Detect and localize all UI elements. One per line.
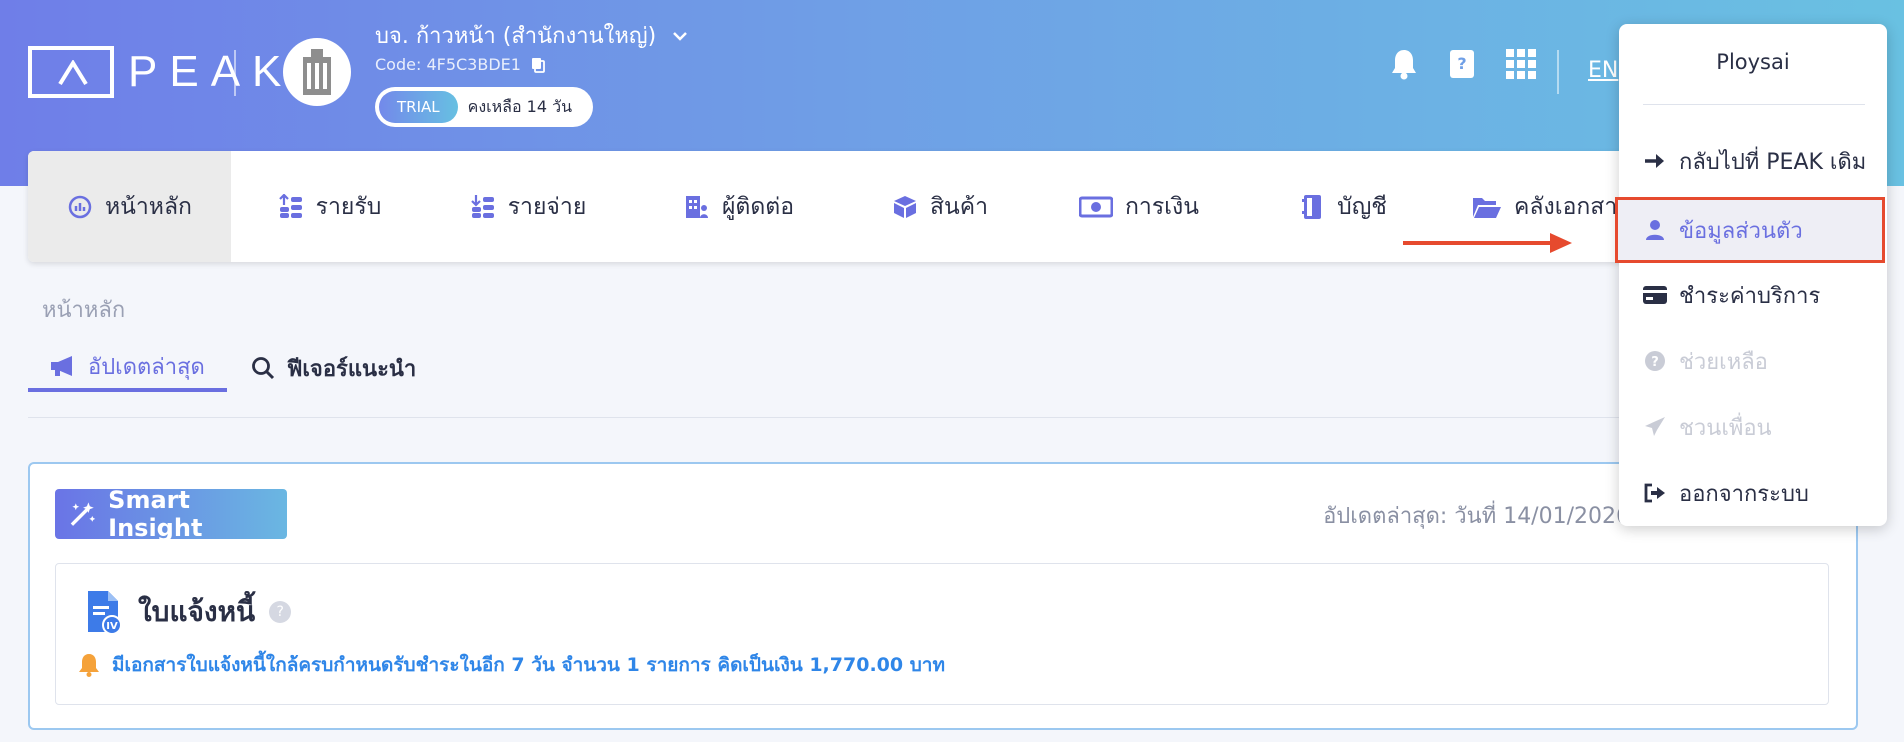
- nav-item-accounting[interactable]: บัญชี: [1248, 151, 1438, 262]
- contacts-icon: [684, 194, 710, 220]
- header-divider: [234, 50, 236, 96]
- main-nav: หน้าหลัก รายรับ รายจ่าย ผู้ติดต่อ สินค้า…: [28, 151, 1858, 262]
- invoice-title-row: IV ใบแจ้งหนี้ ?: [86, 590, 292, 634]
- building-icon: [303, 49, 331, 95]
- help-icon[interactable]: ?: [269, 601, 292, 623]
- nav-label: บัญชี: [1337, 193, 1387, 220]
- menu-username: Ploysai: [1716, 50, 1790, 74]
- menu-item-label: ออกจากระบบ: [1679, 481, 1809, 507]
- trial-remaining: คงเหลือ 14 วัน: [467, 96, 573, 116]
- logo-text: PEAK: [128, 47, 294, 96]
- tabs-divider: [28, 417, 1858, 418]
- company-code-text: Code: 4F5C3BDE1: [375, 55, 521, 74]
- peak-logo[interactable]: PEAK: [28, 46, 293, 98]
- user-dropdown-menu: Ploysai กลับไปที่ PEAK เดิม ข้อมูลส่วนตั…: [1615, 24, 1887, 526]
- nav-label: รายรับ: [315, 193, 382, 220]
- help-icon: ?: [1643, 349, 1667, 373]
- copy-icon[interactable]: [531, 57, 545, 73]
- invoice-insight: IV ใบแจ้งหนี้ ? มีเอกสารใบแจ้งหนี้ใกล้คร…: [55, 563, 1829, 705]
- menu-item-label: กลับไปที่ PEAK เดิม: [1679, 149, 1867, 175]
- invoice-alert[interactable]: มีเอกสารใบแจ้งหนี้ใกล้ครบกำหนดรับชำระในอ…: [78, 650, 945, 680]
- expense-icon: [470, 194, 496, 220]
- breadcrumb[interactable]: หน้าหลัก: [42, 292, 125, 327]
- folder-icon: [1472, 194, 1502, 220]
- menu-item-label: ชำระค่าบริการ: [1679, 283, 1821, 309]
- smart-insight-button[interactable]: Smart Insight: [55, 486, 287, 542]
- bell-alert-icon: [79, 654, 99, 677]
- chevron-down-icon: [673, 31, 688, 41]
- invoice-document-icon: IV: [88, 591, 122, 634]
- megaphone-icon: [51, 356, 72, 376]
- trial-badge: TRIAL: [379, 91, 458, 123]
- invoice-alert-text: มีเอกสารใบแจ้งหนี้ใกล้ครบกำหนดรับชำระในอ…: [112, 654, 945, 676]
- ledger-icon: [1299, 194, 1325, 220]
- company-selector[interactable]: บจ. ก้าวหน้า (สำนักงานใหญ่): [375, 18, 688, 53]
- apps-grid-icon[interactable]: [1506, 49, 1536, 79]
- nav-label: รายจ่าย: [507, 193, 587, 220]
- logo-mark: [28, 46, 114, 98]
- bell-icon[interactable]: [1390, 48, 1418, 80]
- invoice-title: ใบแจ้งหนี้: [138, 595, 256, 628]
- credit-card-icon: [1643, 283, 1667, 307]
- annotation-arrow-line: [1403, 241, 1553, 245]
- nav-item-contacts[interactable]: ผู้ติดต่อ: [628, 151, 850, 262]
- nav-label: หน้าหลัก: [105, 193, 192, 220]
- menu-item-invite-friends: ชวนเพื่อน: [1619, 397, 1887, 457]
- smart-insight-label: Smart Insight: [108, 486, 203, 542]
- tab-label: ฟีเจอร์แนะนำ: [286, 356, 417, 382]
- header-actions: ?: [1390, 48, 1536, 80]
- nav-item-expense[interactable]: รายจ่าย: [428, 151, 628, 262]
- menu-item-logout[interactable]: ออกจากระบบ: [1619, 463, 1887, 523]
- menu-item-label: ข้อมูลส่วนตัว: [1679, 218, 1803, 244]
- company-code: Code: 4F5C3BDE1: [375, 55, 545, 74]
- menu-item-label: ชวนเพื่อน: [1679, 415, 1772, 441]
- nav-item-finance[interactable]: การเงิน: [1030, 151, 1248, 262]
- nav-item-products[interactable]: สินค้า: [850, 151, 1030, 262]
- search-icon: [251, 357, 274, 380]
- arrow-right-icon: [1643, 149, 1667, 173]
- income-icon: [278, 193, 304, 220]
- last-updated-text: อัปเดตล่าสุด: วันที่ 14/01/2026: [1323, 504, 1630, 529]
- trial-status[interactable]: TRIAL คงเหลือ 14 วัน: [375, 87, 593, 127]
- smart-insight-card: Smart Insight อัปเดตล่าสุด: วันที่ 14/01…: [28, 462, 1858, 730]
- send-icon: [1643, 415, 1667, 439]
- nav-label: คลังเอกสา: [1514, 193, 1618, 220]
- svg-text:IV: IV: [106, 621, 118, 632]
- menu-item-label: ช่วยเหลือ: [1679, 349, 1768, 375]
- nav-label: สินค้า: [929, 193, 989, 220]
- company-name: บจ. ก้าวหน้า (สำนักงานใหญ่): [375, 24, 657, 49]
- menu-divider: [1643, 104, 1865, 105]
- tab-recommended-features[interactable]: ฟีเจอร์แนะนำ: [227, 344, 440, 392]
- content-tabs: อัปเดตล่าสุด ฟีเจอร์แนะนำ: [28, 344, 440, 392]
- menu-item-help: ? ช่วยเหลือ: [1619, 331, 1887, 391]
- nav-item-income[interactable]: รายรับ: [231, 151, 428, 262]
- magic-wand-icon: [70, 502, 96, 526]
- header-divider-right: [1557, 50, 1559, 94]
- menu-item-billing[interactable]: ชำระค่าบริการ: [1619, 265, 1887, 325]
- company-avatar[interactable]: [283, 38, 351, 106]
- svg-text:?: ?: [1457, 54, 1466, 73]
- nav-item-home[interactable]: หน้าหลัก: [28, 151, 231, 262]
- box-icon: [892, 194, 918, 220]
- dashboard-icon: [67, 194, 93, 220]
- language-switch[interactable]: EN: [1588, 58, 1618, 83]
- nav-label: ผู้ติดต่อ: [721, 193, 795, 220]
- svg-text:?: ?: [1651, 355, 1659, 370]
- help-book-icon[interactable]: ?: [1448, 48, 1476, 80]
- tab-label: อัปเดตล่าสุด: [88, 354, 205, 380]
- menu-item-profile[interactable]: ข้อมูลส่วนตัว: [1615, 197, 1885, 263]
- tab-latest-updates[interactable]: อัปเดตล่าสุด: [28, 344, 227, 392]
- user-icon: [1643, 218, 1667, 242]
- money-icon: [1078, 194, 1113, 220]
- annotation-arrow-head: [1550, 233, 1572, 253]
- menu-item-back-to-old-peak[interactable]: กลับไปที่ PEAK เดิม: [1619, 131, 1887, 191]
- logout-icon: [1643, 481, 1667, 505]
- nav-label: การเงิน: [1124, 193, 1199, 220]
